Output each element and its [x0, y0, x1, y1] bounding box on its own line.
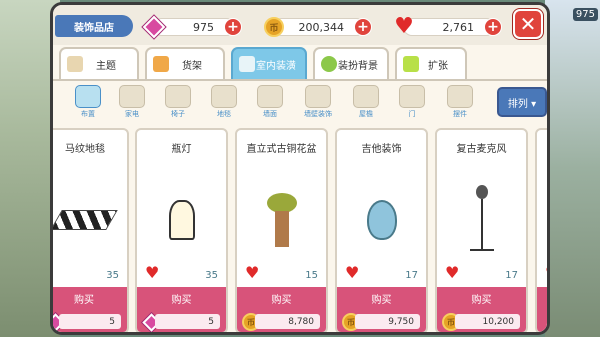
subcat-eaves[interactable]: 屋檐	[351, 85, 381, 119]
close-icon: ✕	[519, 12, 537, 36]
shop-panel: 装饰品店 975 + 币 200,344 + ♥ 2,761 + ✕ 主题 货架	[50, 2, 550, 335]
wall-decor-icon	[305, 85, 331, 108]
item-price: 8,780	[255, 314, 320, 329]
subcat-layout[interactable]: 布置	[73, 85, 103, 119]
subcat-rugs[interactable]: 地毯	[209, 85, 239, 119]
door-icon	[399, 85, 425, 108]
item-card[interactable]: 复古麦克风 ♥ 17 购买 币 10,200	[435, 128, 528, 332]
rug-image	[53, 210, 118, 230]
tree-icon	[321, 56, 337, 72]
microphone-image	[469, 185, 494, 255]
buy-button[interactable]: 购买 5	[137, 287, 226, 332]
buy-button[interactable]: 购买 币 9,750	[337, 287, 426, 332]
item-name: 复古麦克风	[456, 144, 507, 155]
item-art	[137, 170, 226, 270]
buy-button[interactable]: 购买 5	[53, 287, 127, 332]
shelf-icon	[153, 56, 169, 72]
heart-amount: 2,761	[442, 20, 475, 34]
item-likes: 15	[305, 270, 318, 281]
ornament-icon	[447, 85, 473, 108]
item-price: 5	[59, 314, 121, 329]
item-name: 瓶灯	[171, 144, 192, 155]
heart-icon: ♥	[445, 263, 460, 282]
guitar-image	[366, 200, 397, 240]
heart-icon: ♥	[245, 263, 260, 282]
coin-icon: 币	[262, 15, 286, 39]
heart-icon: ♥	[545, 265, 547, 281]
background-stat: 975	[572, 8, 598, 21]
heart-icon: ♥	[345, 263, 360, 282]
item-likes: 35	[205, 270, 218, 281]
lamp-image	[168, 200, 195, 240]
item-likes: 35	[106, 270, 119, 281]
subcategory-bar: 布置 家电 椅子 地毯 墙面 墙壁装饰 屋檐 门 摆件 排列 ▾	[61, 83, 547, 125]
top-bar: 装饰品店 975 + 币 200,344 + ♥ 2,761 + ✕	[53, 5, 547, 45]
theme-icon	[67, 56, 83, 72]
item-price: 9,750	[355, 314, 420, 329]
item-name: 马纹地毯	[65, 144, 105, 155]
item-name: 直立式古铜花盆	[246, 144, 317, 155]
item-card[interactable]: 马纹地毯 35 购买 5	[53, 128, 129, 332]
subcat-chairs[interactable]: 椅子	[163, 85, 193, 119]
eave-icon	[353, 85, 379, 108]
add-coins-button[interactable]: +	[354, 18, 372, 36]
coin-amount: 200,344	[298, 20, 345, 34]
subcat-walls[interactable]: 墙面	[255, 85, 285, 119]
sort-button[interactable]: 排列 ▾	[497, 87, 547, 117]
item-card[interactable]: 直立式古铜花盆 ♥ 15 购买 币 8,780	[235, 128, 328, 332]
tab-shelves[interactable]: 货架	[145, 47, 225, 79]
subcat-wall-decor[interactable]: 墙壁装饰	[303, 85, 333, 119]
add-hearts-button[interactable]: +	[484, 18, 502, 36]
item-price: 5	[155, 314, 220, 329]
item-art	[53, 170, 127, 270]
item-card[interactable]: 吉他装饰 ♥ 17 购买 币 9,750	[335, 128, 428, 332]
gem-counter: 975 +	[142, 15, 242, 39]
item-card-partial[interactable]: ♥	[535, 128, 547, 332]
subcat-doors[interactable]: 门	[397, 85, 427, 119]
main-tabs: 主题 货架 室内装潢 装扮背景 扩张	[59, 47, 545, 79]
tab-divider	[53, 79, 547, 81]
heart-counter: ♥ 2,761 +	[394, 16, 502, 38]
buy-button[interactable]: 购买 币 8,780	[237, 287, 326, 332]
item-likes: 17	[505, 270, 518, 281]
heart-icon: ♥	[145, 263, 160, 282]
item-list: 马纹地毯 35 购买 5 瓶灯 ♥ 35 购买 5 直立式古铜花盆 ♥ 15 购…	[53, 128, 547, 332]
item-likes: 17	[405, 270, 418, 281]
item-art	[437, 170, 526, 270]
buy-button[interactable]	[537, 287, 547, 332]
layout-icon	[75, 85, 101, 108]
tab-interior[interactable]: 室内装潢	[231, 47, 307, 79]
buy-button[interactable]: 购买 币 10,200	[437, 287, 526, 332]
coin-counter: 币 200,344 +	[264, 17, 372, 37]
rug-icon	[211, 85, 237, 108]
chair-icon	[165, 85, 191, 108]
heart-icon: ♥	[394, 14, 414, 39]
appliance-icon	[119, 85, 145, 108]
item-price: 10,200	[455, 314, 520, 329]
tab-backgrounds[interactable]: 装扮背景	[313, 47, 389, 79]
item-art	[237, 170, 326, 270]
add-gems-button[interactable]: +	[224, 18, 242, 36]
wall-icon	[257, 85, 283, 108]
item-name: 吉他装饰	[361, 144, 402, 155]
background-right: 975	[545, 0, 600, 337]
item-card[interactable]: 瓶灯 ♥ 35 购买 5	[135, 128, 228, 332]
tab-expand[interactable]: 扩张	[395, 47, 467, 79]
gem-icon	[142, 15, 166, 39]
subcat-appliances[interactable]: 家电	[117, 85, 147, 119]
gem-amount: 975	[193, 20, 214, 34]
tab-theme[interactable]: 主题	[59, 47, 139, 79]
item-art	[337, 170, 426, 270]
interior-icon	[239, 56, 255, 72]
expand-icon	[403, 56, 419, 72]
subcat-ornaments[interactable]: 摆件	[445, 85, 475, 119]
bonsai-image	[266, 193, 297, 247]
shop-title: 装饰品店	[55, 15, 133, 37]
close-button[interactable]: ✕	[513, 9, 543, 39]
